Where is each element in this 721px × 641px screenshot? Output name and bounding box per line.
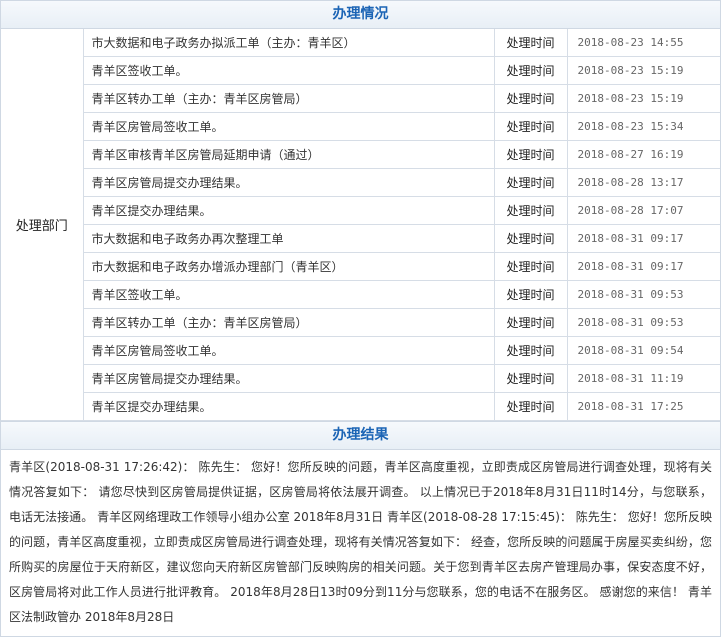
action-cell: 市大数据和电子政务办增派办理部门（青羊区） [82, 252, 495, 281]
complaint-detail-panel: 办理情况 处理部门 市大数据和电子政务办拟派工单（主办：青羊区） 处理时间 2018-… [0, 0, 721, 637]
department-label: 处理部门 [1, 29, 84, 421]
time-value-cell: 2018-08-27 16:19 [566, 140, 720, 169]
table-row: 青羊区签收工单。 处理时间 2018-08-23 15:19 [1, 56, 720, 85]
action-cell: 市大数据和电子政务办再次整理工单 [82, 224, 495, 253]
time-value-cell: 2018-08-28 13:17 [566, 168, 720, 197]
time-label-cell: 处理时间 [493, 84, 568, 113]
time-value-cell: 2018-08-31 11:19 [566, 364, 720, 393]
table-row: 市大数据和电子政务办再次整理工单 处理时间 2018-08-31 09:17 [1, 224, 720, 253]
time-value-cell: 2018-08-31 09:53 [566, 280, 720, 309]
time-value-cell: 2018-08-28 17:07 [566, 196, 720, 225]
time-label-cell: 处理时间 [493, 56, 568, 85]
time-label-cell: 处理时间 [493, 392, 568, 421]
table-row: 青羊区房管局签收工单。 处理时间 2018-08-31 09:54 [1, 336, 720, 365]
time-label-cell: 处理时间 [493, 280, 568, 309]
table-row: 青羊区签收工单。 处理时间 2018-08-31 09:53 [1, 280, 720, 309]
time-value-cell: 2018-08-23 15:19 [566, 84, 720, 113]
table-row: 市大数据和电子政务办增派办理部门（青羊区） 处理时间 2018-08-31 09:1… [1, 252, 720, 281]
action-cell: 青羊区房管局签收工单。 [82, 336, 495, 365]
table-row: 青羊区提交办理结果。 处理时间 2018-08-28 17:07 [1, 196, 720, 225]
table-row: 青羊区提交办理结果。 处理时间 2018-08-31 17:25 [1, 392, 720, 421]
time-value-cell: 2018-08-23 15:34 [566, 112, 720, 141]
action-cell: 青羊区签收工单。 [82, 280, 495, 309]
table-row: 青羊区转办工单（主办：青羊区房管局） 处理时间 2018-08-23 15:19 [1, 84, 720, 113]
table-row: 青羊区房管局提交办理结果。 处理时间 2018-08-31 11:19 [1, 364, 720, 393]
action-cell: 青羊区房管局提交办理结果。 [82, 364, 495, 393]
table-row: 青羊区房管局签收工单。 处理时间 2018-08-23 15:34 [1, 112, 720, 141]
time-value-cell: 2018-08-31 17:25 [566, 392, 720, 421]
time-value-cell: 2018-08-31 09:17 [566, 224, 720, 253]
action-cell: 青羊区房管局签收工单。 [82, 112, 495, 141]
time-label-cell: 处理时间 [493, 168, 568, 197]
time-label-cell: 处理时间 [493, 224, 568, 253]
action-cell: 青羊区提交办理结果。 [82, 196, 495, 225]
table-row: 青羊区审核青羊区房管局延期申请（通过） 处理时间 2018-08-27 16:19 [1, 140, 720, 169]
processing-section-header: 办理情况 [1, 1, 720, 29]
time-label-cell: 处理时间 [493, 308, 568, 337]
action-cell: 青羊区房管局提交办理结果。 [82, 168, 495, 197]
result-section-header: 办理结果 [1, 421, 720, 450]
time-label-cell: 处理时间 [493, 140, 568, 169]
action-cell: 青羊区审核青羊区房管局延期申请（通过） [82, 140, 495, 169]
time-label-cell: 处理时间 [493, 196, 568, 225]
action-cell: 青羊区转办工单（主办：青羊区房管局） [82, 84, 495, 113]
time-label-cell: 处理时间 [493, 336, 568, 365]
time-label-cell: 处理时间 [493, 29, 568, 57]
time-value-cell: 2018-08-31 09:53 [566, 308, 720, 337]
time-value-cell: 2018-08-31 09:17 [566, 252, 720, 281]
action-cell: 青羊区提交办理结果。 [82, 392, 495, 421]
processing-table: 处理部门 市大数据和电子政务办拟派工单（主办：青羊区） 处理时间 2018-08-23… [1, 29, 720, 421]
time-label-cell: 处理时间 [493, 252, 568, 281]
time-value-cell: 2018-08-23 14:55 [566, 29, 720, 57]
time-value-cell: 2018-08-23 15:19 [566, 56, 720, 85]
processing-table-body: 处理部门 市大数据和电子政务办拟派工单（主办：青羊区） 处理时间 2018-08-23… [1, 29, 720, 421]
action-cell: 青羊区签收工单。 [82, 56, 495, 85]
time-value-cell: 2018-08-31 09:54 [566, 336, 720, 365]
table-row: 青羊区转办工单（主办：青羊区房管局） 处理时间 2018-08-31 09:53 [1, 308, 720, 337]
action-cell: 青羊区转办工单（主办：青羊区房管局） [82, 308, 495, 337]
table-row: 处理部门 市大数据和电子政务办拟派工单（主办：青羊区） 处理时间 2018-08-23… [1, 29, 720, 421]
table-row: 青羊区房管局提交办理结果。 处理时间 2018-08-28 13:17 [1, 168, 720, 197]
result-text: 青羊区(2018-08-31 17:26:42)： 陈先生： 您好！您所反映的问… [9, 460, 712, 624]
time-label-cell: 处理时间 [493, 112, 568, 141]
action-cell: 市大数据和电子政务办拟派工单（主办：青羊区） [82, 29, 495, 57]
time-label-cell: 处理时间 [493, 364, 568, 393]
